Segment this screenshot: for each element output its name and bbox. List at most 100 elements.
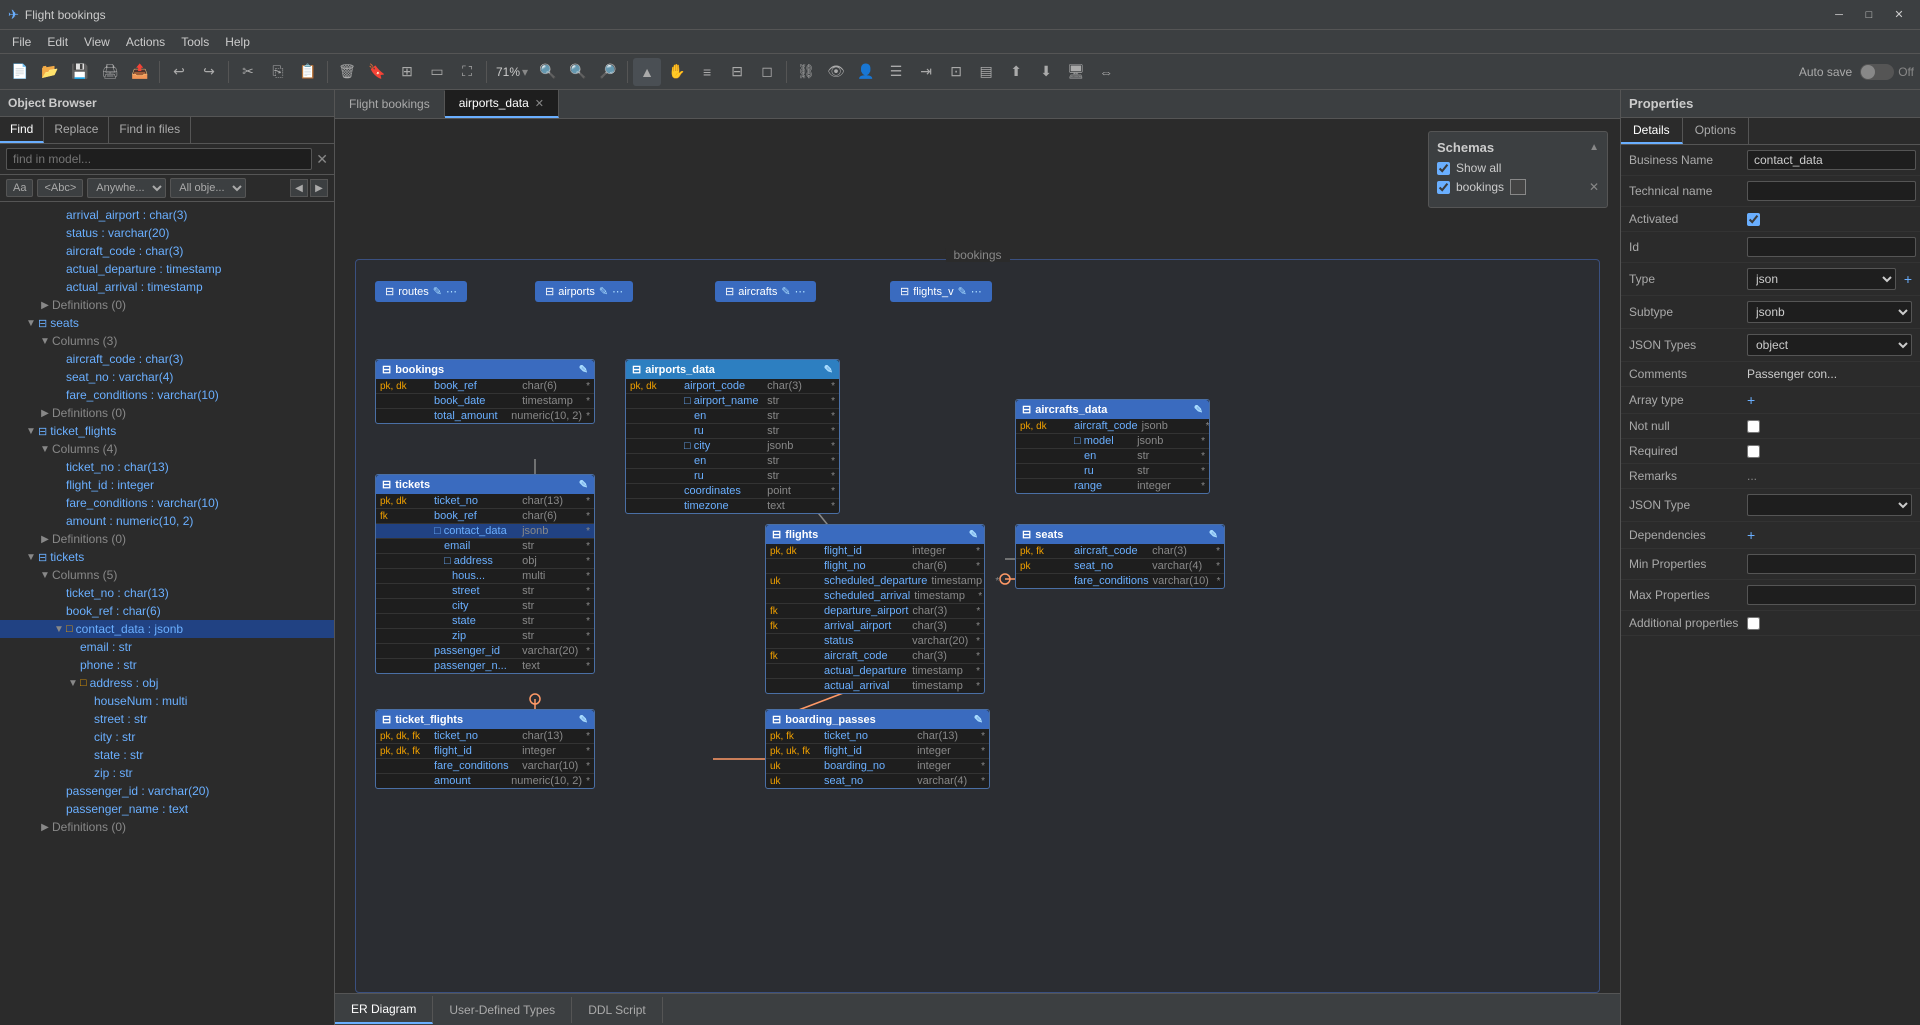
prop-select-json-types[interactable]: object array string xyxy=(1747,334,1912,356)
table-nav-routes[interactable]: ⊟ routes ✎ ⋯ xyxy=(375,281,467,302)
tree-item-actual-arrival[interactable]: actual_arrival : timestamp xyxy=(0,278,334,296)
tree-item-ticket-no[interactable]: ticket_no : char(13) xyxy=(0,584,334,602)
hand-tool[interactable]: ✋ xyxy=(663,58,691,86)
tab-er-diagram[interactable]: ER Diagram xyxy=(335,996,433,1024)
case-filter-button[interactable]: Aa xyxy=(6,179,33,197)
autosave-toggle[interactable]: Off xyxy=(1860,64,1914,80)
search-clear-icon[interactable]: ✕ xyxy=(316,151,328,168)
prop-additional-properties-checkbox[interactable] xyxy=(1747,617,1760,630)
prop-input-max-properties[interactable] xyxy=(1747,585,1916,605)
line-tool[interactable]: ≡ xyxy=(693,58,721,86)
tree-item-definitions-seats[interactable]: ▶ Definitions (0) xyxy=(0,404,334,422)
tree-item-book-ref[interactable]: book_ref : char(6) xyxy=(0,602,334,620)
tree-item-contact-data[interactable]: ▼ □ contact_data : jsonb xyxy=(0,620,334,638)
prop-not-null-checkbox[interactable] xyxy=(1747,420,1760,433)
menu-file[interactable]: File xyxy=(4,33,39,51)
tree-item-definitions-0[interactable]: ▶ Definitions (0) xyxy=(0,296,334,314)
tree-item-tickets[interactable]: ▼ ⊟ tickets xyxy=(0,548,334,566)
db-table-airports-data[interactable]: ⊟ airports_data ✎ pk, dk airport_code ch… xyxy=(625,359,840,514)
db-table-bookings[interactable]: ⊟ bookings ✎ pk, dk book_ref char(6) * b… xyxy=(375,359,595,424)
copy-button[interactable]: ⎘ xyxy=(264,58,292,86)
tree-item-housenum[interactable]: houseNum : multi xyxy=(0,692,334,710)
link-tool[interactable]: ⛓ xyxy=(792,58,820,86)
tree-item-passenger-id[interactable]: passenger_id : varchar(20) xyxy=(0,782,334,800)
redo-button[interactable]: ↪ xyxy=(195,58,223,86)
bookings-checkbox[interactable] xyxy=(1437,181,1450,194)
tree-item-street[interactable]: street : str xyxy=(0,710,334,728)
where-filter-select[interactable]: Anywhe... xyxy=(87,178,166,198)
db-table-tickets[interactable]: ⊟ tickets ✎ pk, dk ticket_no char(13) * … xyxy=(375,474,595,674)
eye-tool[interactable]: 👁 xyxy=(822,58,850,86)
frame-button[interactable]: ▭ xyxy=(423,58,451,86)
prop-input-business-name[interactable] xyxy=(1747,150,1916,170)
tree-item-state[interactable]: state : str xyxy=(0,746,334,764)
props-tab-details[interactable]: Details xyxy=(1621,118,1683,144)
show-all-checkbox[interactable] xyxy=(1437,162,1450,175)
new-button[interactable]: 📄 xyxy=(6,58,34,86)
prop-select-type[interactable]: json jsonb text xyxy=(1747,268,1896,290)
delete-button[interactable]: 🗑 xyxy=(333,58,361,86)
pointer-tool[interactable]: ▲ xyxy=(633,58,661,86)
screen-button[interactable]: 🖥 xyxy=(1062,58,1090,86)
cut-button[interactable]: ✂ xyxy=(234,58,262,86)
prop-activated-checkbox[interactable] xyxy=(1747,213,1760,226)
schemas-collapse-button[interactable]: ▲ xyxy=(1589,142,1599,153)
tab-ddl-script[interactable]: DDL Script xyxy=(572,997,663,1023)
zoom-out-button[interactable]: 🔍 xyxy=(564,58,592,86)
db-table-aircrafts-data[interactable]: ⊟ aircrafts_data ✎ pk, dk aircraft_code … xyxy=(1015,399,1210,494)
tree-item-columns-5[interactable]: ▼ Columns (5) xyxy=(0,566,334,584)
prop-input-id[interactable] xyxy=(1747,237,1916,257)
open-button[interactable]: 📂 xyxy=(36,58,64,86)
tree-item-seats[interactable]: ▼ ⊟ seats xyxy=(0,314,334,332)
tree-item-actual-departure[interactable]: actual_departure : timestamp xyxy=(0,260,334,278)
db-table-flights[interactable]: ⊟ flights ✎ pk, dk flight_id integer * f… xyxy=(765,524,985,694)
tree-item-seats-aircraft-code[interactable]: aircraft_code : char(3) xyxy=(0,350,334,368)
db-table-ticket-flights[interactable]: ⊟ ticket_flights ✎ pk, dk, fk ticket_no … xyxy=(375,709,595,789)
table-tool[interactable]: ⊟ xyxy=(723,58,751,86)
db-table-boarding-passes[interactable]: ⊟ boarding_passes ✎ pk, fk ticket_no cha… xyxy=(765,709,990,789)
replace-tab[interactable]: Replace xyxy=(44,117,109,143)
tree-item-city[interactable]: city : str xyxy=(0,728,334,746)
tree-item-zip[interactable]: zip : str xyxy=(0,764,334,782)
download-button[interactable]: ⬇ xyxy=(1032,58,1060,86)
word-filter-button[interactable]: <Abc> xyxy=(37,179,83,197)
tree-item-status[interactable]: status : varchar(20) xyxy=(0,224,334,242)
person-tool[interactable]: 👤 xyxy=(852,58,880,86)
tree-item-address[interactable]: ▼ □ address : obj xyxy=(0,674,334,692)
tab-airports-data[interactable]: airports_data ✕ xyxy=(445,90,559,118)
maximize-button[interactable]: □ xyxy=(1856,4,1882,26)
tree-item-fare-conditions-seats[interactable]: fare_conditions : varchar(10) xyxy=(0,386,334,404)
upload-button[interactable]: ⬆ xyxy=(1002,58,1030,86)
prop-dependencies-add-button[interactable]: + xyxy=(1747,527,1755,543)
db-table-seats[interactable]: ⊟ seats ✎ pk, fk aircraft_code char(3) *… xyxy=(1015,524,1225,589)
tree-item-fare-conditions-tf[interactable]: fare_conditions : varchar(10) xyxy=(0,494,334,512)
indent-tool[interactable]: ⇥ xyxy=(912,58,940,86)
tree-item-seat-no[interactable]: seat_no : varchar(4) xyxy=(0,368,334,386)
minimize-button[interactable]: ─ xyxy=(1826,4,1852,26)
tree-item-tf-ticket-no[interactable]: ticket_no : char(13) xyxy=(0,458,334,476)
menu-tools[interactable]: Tools xyxy=(173,33,217,51)
prop-type-add-button[interactable]: + xyxy=(1904,271,1912,287)
tree-item-columns-4[interactable]: ▼ Columns (4) xyxy=(0,440,334,458)
grid-button[interactable]: ⊞ xyxy=(393,58,421,86)
tree-item-ticket-flights[interactable]: ▼ ⊟ ticket_flights xyxy=(0,422,334,440)
tree-item-aircraft-code[interactable]: aircraft_code : char(3) xyxy=(0,242,334,260)
menu-edit[interactable]: Edit xyxy=(39,33,76,51)
undo-button[interactable]: ↩ xyxy=(165,58,193,86)
tree-item-passenger-name[interactable]: passenger_name : text xyxy=(0,800,334,818)
props-tab-options[interactable]: Options xyxy=(1683,118,1749,144)
bookmark-button[interactable]: 🔖 xyxy=(363,58,391,86)
tree-item-flight-id[interactable]: flight_id : integer xyxy=(0,476,334,494)
tab-flight-bookings[interactable]: Flight bookings xyxy=(335,91,445,117)
close-schema-icon[interactable]: ✕ xyxy=(1589,180,1599,194)
eraser-tool[interactable]: ◻ xyxy=(753,58,781,86)
print-button[interactable]: 🖨 xyxy=(96,58,124,86)
prop-input-min-properties[interactable] xyxy=(1747,554,1916,574)
fullscreen-button[interactable]: ⛶ xyxy=(453,58,481,86)
table-nav-aircrafts[interactable]: ⊟ aircrafts ✎ ⋯ xyxy=(715,281,816,302)
zoom-in-button[interactable]: 🔍 xyxy=(534,58,562,86)
prop-select-json-type[interactable] xyxy=(1747,494,1912,516)
toggle-track[interactable] xyxy=(1860,64,1894,80)
split-button[interactable]: ⇔ xyxy=(1092,58,1120,86)
layout-tool[interactable]: ⊡ xyxy=(942,58,970,86)
